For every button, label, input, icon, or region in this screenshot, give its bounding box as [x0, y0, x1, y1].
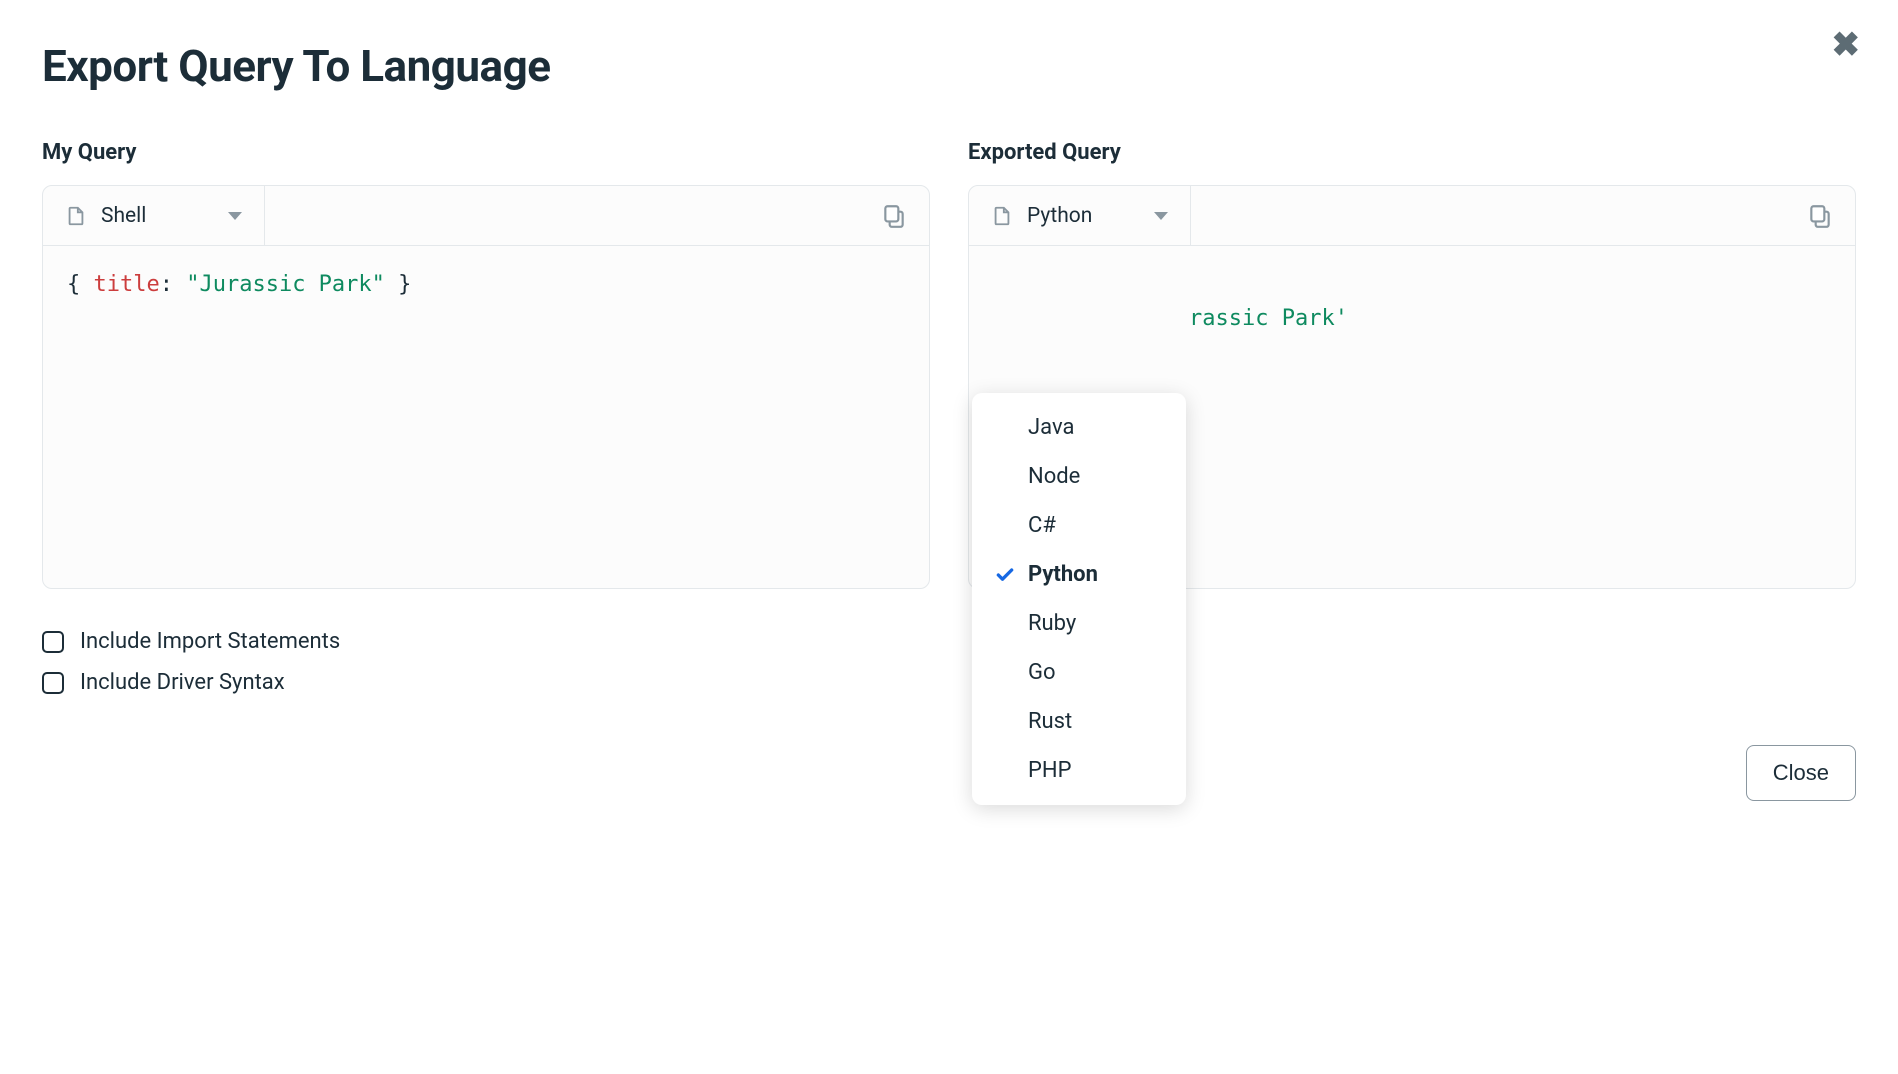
- my-query-language-select[interactable]: Shell: [43, 186, 265, 245]
- dropdown-item-python[interactable]: Python: [972, 550, 1186, 599]
- document-icon: [991, 205, 1013, 227]
- include-import-statements-option[interactable]: Include Import Statements: [42, 629, 930, 654]
- exported-query-language-label: Python: [1027, 204, 1140, 228]
- dropdown-item-rust[interactable]: Rust: [972, 697, 1186, 746]
- check-icon: [994, 564, 1016, 586]
- modal-title: Export Query To Language: [42, 40, 1856, 92]
- caret-down-icon: [228, 212, 242, 220]
- exported-query-panel: Exported Query Python: [968, 140, 1856, 695]
- dropdown-item-csharp[interactable]: C#: [972, 501, 1186, 550]
- my-query-header: Shell: [43, 186, 929, 246]
- close-button[interactable]: Close: [1746, 745, 1856, 801]
- my-query-panel: My Query Shell: [42, 140, 930, 695]
- include-driver-syntax-label: Include Driver Syntax: [80, 670, 285, 695]
- my-query-language-label: Shell: [101, 204, 214, 228]
- document-icon: [65, 205, 87, 227]
- include-import-statements-label: Include Import Statements: [80, 629, 340, 654]
- checkbox-icon: [42, 672, 64, 694]
- language-dropdown-menu: Java Node C# Python: [972, 393, 1186, 805]
- dropdown-item-node[interactable]: Node: [972, 452, 1186, 501]
- my-query-codebox: Shell { title: "Jurassic Park" }: [42, 185, 930, 589]
- dropdown-item-php[interactable]: PHP: [972, 746, 1186, 795]
- my-query-code[interactable]: { title: "Jurassic Park" }: [43, 246, 929, 588]
- caret-down-icon: [1154, 212, 1168, 220]
- copy-button[interactable]: [859, 186, 929, 245]
- exported-query-language-select[interactable]: Python: [969, 186, 1191, 245]
- include-driver-syntax-option[interactable]: Include Driver Syntax: [42, 670, 930, 695]
- dropdown-item-java[interactable]: Java: [972, 403, 1186, 452]
- dropdown-item-ruby[interactable]: Ruby: [972, 599, 1186, 648]
- checkbox-icon: [42, 631, 64, 653]
- my-query-heading: My Query: [42, 140, 930, 165]
- copy-button[interactable]: [1785, 186, 1855, 245]
- close-icon[interactable]: ✖: [1832, 28, 1861, 62]
- exported-query-header: Python: [969, 186, 1855, 246]
- dropdown-item-go[interactable]: Go: [972, 648, 1186, 697]
- export-options: Include Import Statements Include Driver…: [42, 629, 930, 695]
- exported-query-heading: Exported Query: [968, 140, 1856, 165]
